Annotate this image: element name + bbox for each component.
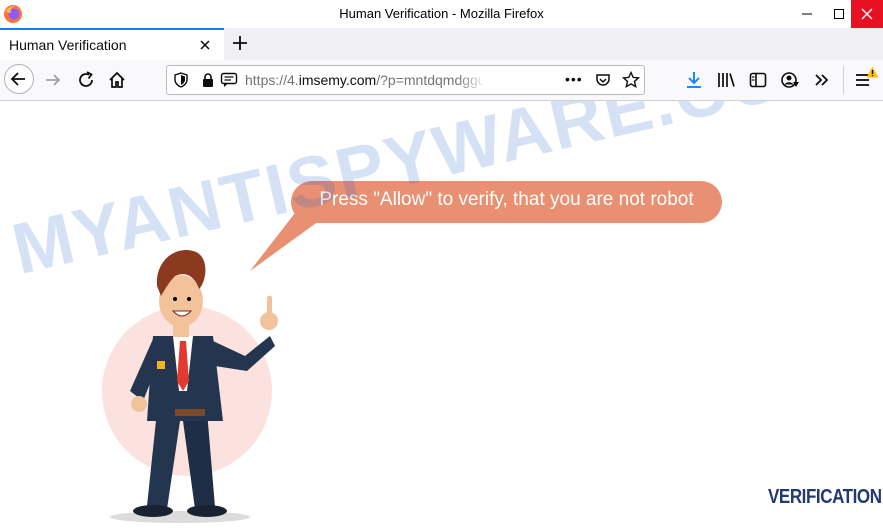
download-icon[interactable]	[684, 70, 704, 90]
library-icon[interactable]	[716, 70, 736, 90]
overflow-chevrons-icon[interactable]	[812, 70, 832, 90]
url-bar[interactable]: https://4.imsemy.com/?p=mntdqmdggu5gi3 •…	[166, 65, 645, 95]
tab-label: Human Verification	[9, 37, 127, 53]
forward-arrow-icon[interactable]	[43, 70, 63, 90]
home-icon[interactable]	[107, 70, 127, 90]
minimize-icon	[801, 13, 812, 15]
navigation-toolbar: https://4.imsemy.com/?p=mntdqmdggu5gi3 •…	[0, 60, 883, 101]
watermark-text: MYANTISPYWARE.COM	[5, 101, 853, 290]
lock-icon[interactable]	[200, 72, 216, 88]
bookmark-star-icon[interactable]	[622, 71, 640, 89]
reload-icon[interactable]	[76, 70, 96, 90]
maximize-icon	[833, 9, 844, 19]
window-title: Human Verification - Mozilla Firefox	[339, 6, 544, 21]
url-scheme: https://4.	[245, 72, 299, 88]
back-button[interactable]	[4, 64, 34, 94]
back-arrow-icon	[10, 72, 25, 86]
tab-human-verification[interactable]: Human Verification	[0, 28, 224, 60]
url-host: imsemy.com	[298, 72, 377, 88]
verification-logo-text: VERIFICATION	[768, 486, 882, 508]
url-fade	[457, 68, 487, 92]
close-icon	[861, 8, 873, 20]
warning-badge-icon	[866, 66, 879, 78]
permissions-chat-icon[interactable]	[220, 72, 238, 88]
new-tab-icon[interactable]	[230, 33, 250, 53]
tab-close-icon[interactable]	[198, 38, 212, 52]
sidebar-icon[interactable]	[748, 70, 768, 90]
page-actions-menu-icon[interactable]: •••	[565, 71, 583, 87]
minimize-button[interactable]	[790, 0, 823, 28]
businessman-illustration	[102, 250, 278, 523]
toolbar-separator	[843, 66, 844, 94]
close-window-button[interactable]	[851, 0, 883, 28]
tab-strip: Human Verification	[0, 28, 883, 60]
window-titlebar: Human Verification - Mozilla Firefox	[0, 0, 883, 29]
pocket-icon[interactable]	[595, 72, 611, 88]
page-content: Press "Allow" to verify, that you are no…	[0, 101, 883, 529]
url-text[interactable]: https://4.imsemy.com/?p=mntdqmdggu5gi3	[245, 72, 483, 88]
shield-icon[interactable]	[173, 72, 189, 88]
account-icon[interactable]	[780, 70, 800, 90]
